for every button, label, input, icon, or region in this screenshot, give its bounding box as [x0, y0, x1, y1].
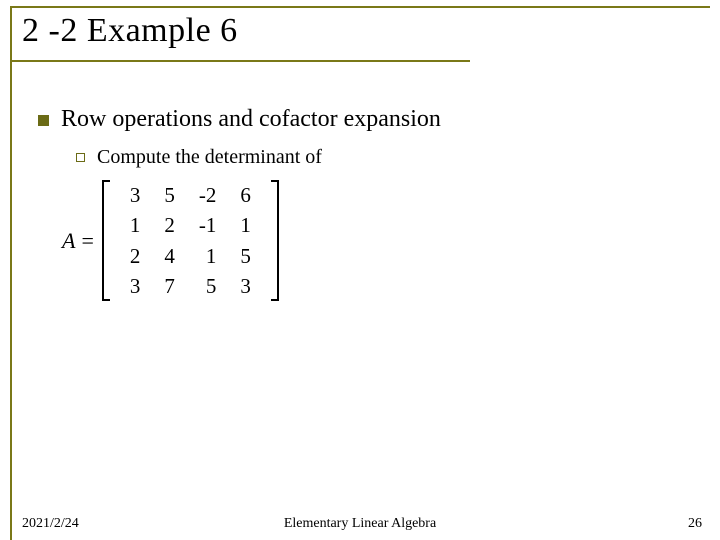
table-row: 2 4 1 5 — [118, 241, 263, 271]
square-bullet-icon — [38, 115, 49, 126]
slide: 2 -2 Example 6 Row operations and cofact… — [0, 0, 720, 540]
matrix-cell: 5 — [152, 180, 187, 210]
matrix-cell: 3 — [228, 271, 263, 301]
slide-footer: 2021/2/24 Elementary Linear Algebra 26 — [0, 516, 720, 532]
matrix-cell: 2 — [118, 241, 153, 271]
bullet-1-text: Row operations and cofactor expansion — [61, 106, 441, 133]
matrix-cell: 5 — [228, 241, 263, 271]
matrix-cell: 5 — [187, 271, 229, 301]
matrix-cell: 3 — [118, 180, 153, 210]
matrix-equation: A = 3 5 -2 6 1 2 -1 1 2 4 — [62, 180, 279, 301]
equals-sign: = — [81, 228, 93, 254]
slide-title: 2 -2 Example 6 — [22, 12, 238, 50]
matrix-cell: -1 — [187, 210, 229, 240]
decor-line-left — [10, 6, 12, 540]
bullet-level-2: Compute the determinant of — [76, 146, 322, 169]
matrix-cell: 1 — [118, 210, 153, 240]
decor-line-top — [10, 6, 710, 8]
matrix-variable: A — [62, 228, 75, 254]
matrix-cell: 1 — [187, 241, 229, 271]
matrix-body: 3 5 -2 6 1 2 -1 1 2 4 1 5 — [102, 180, 279, 301]
bullet-2-text: Compute the determinant of — [97, 146, 322, 169]
matrix-cell: 1 — [228, 210, 263, 240]
matrix-cell: -2 — [187, 180, 229, 210]
matrix-table: 3 5 -2 6 1 2 -1 1 2 4 1 5 — [118, 180, 263, 301]
matrix-cell: 2 — [152, 210, 187, 240]
table-row: 3 7 5 3 — [118, 271, 263, 301]
matrix-cell: 4 — [152, 241, 187, 271]
footer-title: Elementary Linear Algebra — [0, 516, 720, 532]
table-row: 1 2 -1 1 — [118, 210, 263, 240]
right-bracket-icon — [269, 180, 279, 301]
open-square-bullet-icon — [76, 153, 85, 162]
table-row: 3 5 -2 6 — [118, 180, 263, 210]
decor-line-under-title — [10, 60, 470, 62]
left-bracket-icon — [102, 180, 112, 301]
matrix-cell: 6 — [228, 180, 263, 210]
matrix-cell: 7 — [152, 271, 187, 301]
matrix-cell: 3 — [118, 271, 153, 301]
bullet-level-1: Row operations and cofactor expansion — [38, 106, 441, 133]
